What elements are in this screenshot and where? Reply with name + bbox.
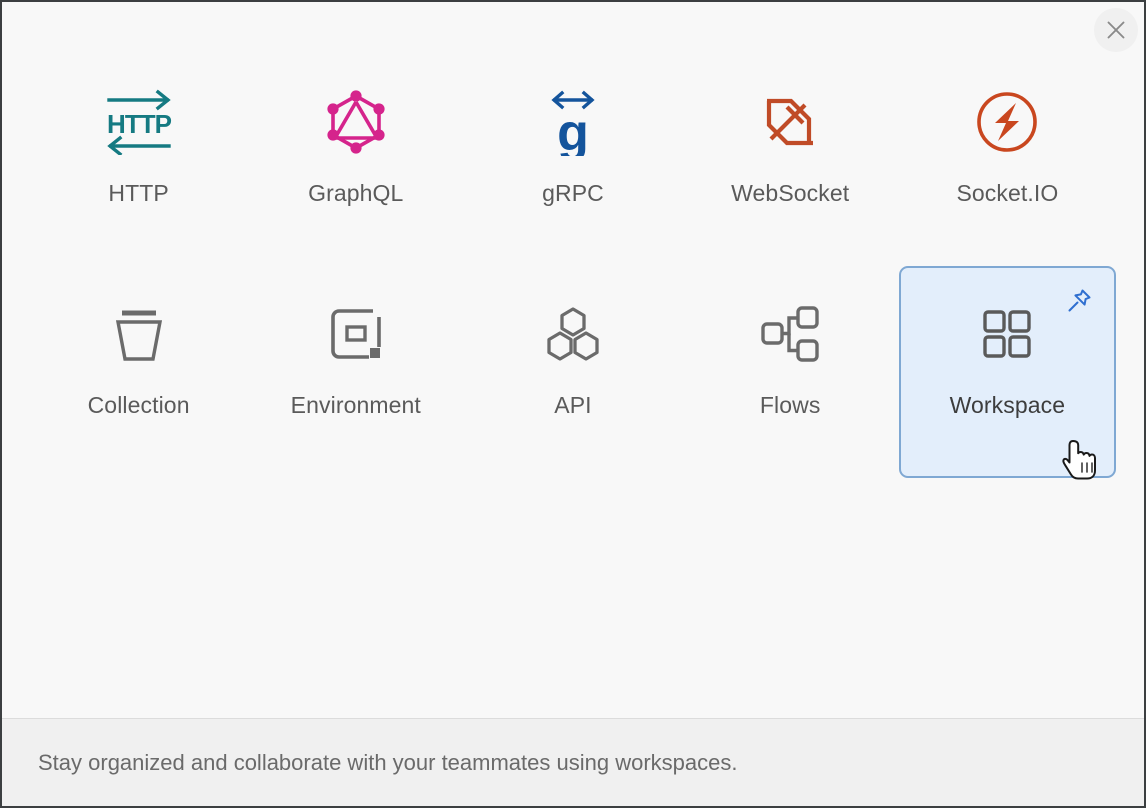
footer-hint-text: Stay organized and collaborate with your…	[38, 749, 738, 775]
pin-icon[interactable]	[1066, 288, 1092, 314]
item-card-collection[interactable]: Collection	[30, 266, 247, 478]
dialog-footer: Stay organized and collaborate with your…	[2, 718, 1144, 806]
socketio-icon	[975, 86, 1039, 158]
item-card-label: Collection	[87, 392, 190, 418]
item-type-grid: HTTP HTTP GraphQL g gRPC WebSocket Socke…	[30, 54, 1116, 478]
item-card-label: Workspace	[949, 392, 1066, 418]
item-card-grpc[interactable]: g gRPC	[464, 54, 681, 266]
graphql-icon	[325, 86, 387, 158]
item-card-http[interactable]: HTTP HTTP	[30, 54, 247, 266]
item-card-label: WebSocket	[731, 180, 850, 206]
collection-icon	[108, 298, 170, 370]
svg-text:HTTP: HTTP	[107, 109, 172, 139]
http-icon: HTTP	[103, 86, 175, 158]
item-type-chooser: HTTP HTTP GraphQL g gRPC WebSocket Socke…	[2, 2, 1144, 718]
item-card-flows[interactable]: Flows	[682, 266, 899, 478]
item-card-label: API	[554, 392, 592, 418]
close-icon	[1104, 18, 1128, 42]
item-card-label: GraphQL	[308, 180, 404, 206]
item-card-label: gRPC	[542, 180, 604, 206]
item-card-graphql[interactable]: GraphQL	[247, 54, 464, 266]
item-card-label: Socket.IO	[956, 180, 1059, 206]
item-card-label: Environment	[290, 392, 421, 418]
item-card-api[interactable]: API	[464, 266, 681, 478]
item-card-label: Flows	[759, 392, 821, 418]
item-card-environment[interactable]: Environment	[247, 266, 464, 478]
websocket-icon	[757, 86, 823, 158]
item-card-websocket[interactable]: WebSocket	[682, 54, 899, 266]
item-card-socketio[interactable]: Socket.IO	[899, 54, 1116, 266]
environment-icon	[325, 298, 387, 370]
flows-icon	[758, 298, 822, 370]
api-icon	[542, 298, 604, 370]
new-item-dialog: HTTP HTTP GraphQL g gRPC WebSocket Socke…	[0, 0, 1146, 808]
svg-text:g: g	[557, 104, 589, 156]
item-card-label: HTTP	[108, 180, 169, 206]
grpc-icon: g	[545, 86, 601, 158]
grid-2x2-icon	[981, 298, 1033, 370]
close-button[interactable]	[1094, 8, 1138, 52]
item-card-workspace[interactable]: Workspace	[898, 266, 1116, 478]
